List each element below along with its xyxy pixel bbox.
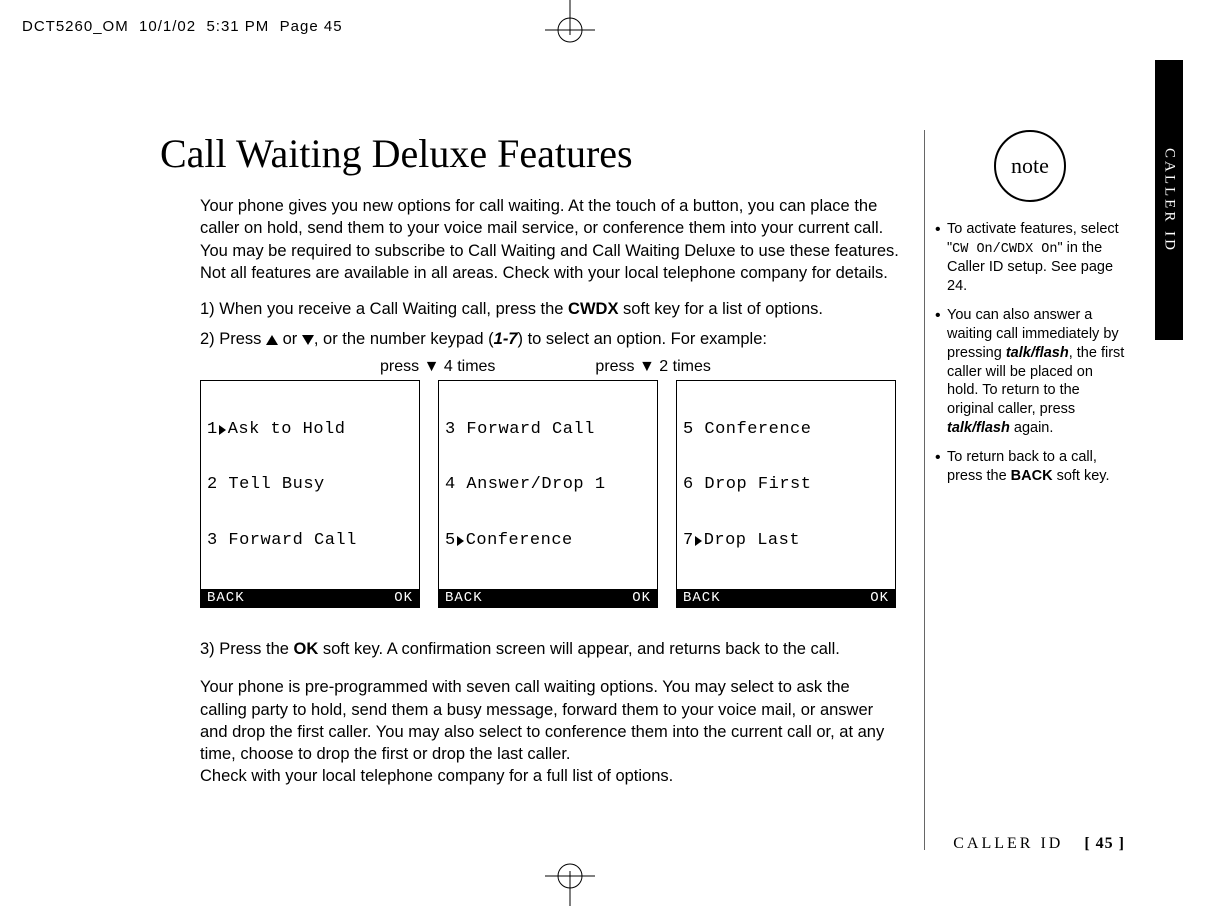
intro-paragraph: Your phone gives you new options for cal…	[200, 195, 900, 284]
footer-section: CALLER ID	[953, 835, 1063, 852]
soft-key-back: BACK	[683, 590, 721, 606]
step-1: 1) When you receive a Call Waiting call,…	[200, 298, 900, 322]
pointer-icon	[695, 536, 702, 546]
page-title: Call Waiting Deluxe Features	[160, 130, 900, 177]
soft-key-ok: OK	[394, 590, 413, 606]
vertical-rule	[924, 130, 925, 850]
lcd-screen-3: 5 Conference 6 Drop First 7Drop Last BAC…	[676, 380, 896, 609]
note-item-1: To activate features, select "CW On/CWDX…	[935, 220, 1125, 296]
soft-key-back: BACK	[207, 590, 245, 606]
note-item-2: You can also answer a waiting call immed…	[935, 306, 1125, 438]
press-label-2: press ▼ 2 times	[595, 358, 710, 376]
lcd-screen-2: 3 Forward Call 4 Answer/Drop 1 5Conferen…	[438, 380, 658, 609]
crop-mark-bottom-icon	[540, 856, 600, 906]
note-item-3: To return back to a call, press the BACK…	[935, 448, 1125, 486]
page-footer: CALLER ID [ 45 ]	[953, 835, 1125, 853]
soft-key-ok: OK	[870, 590, 889, 606]
lcd-screens-row: 1Ask to Hold 2 Tell Busy 3 Forward Call …	[200, 380, 900, 609]
main-content: Call Waiting Deluxe Features Your phone …	[160, 130, 900, 802]
section-tab: CALLER ID	[1155, 60, 1183, 340]
down-arrow-icon	[302, 335, 314, 345]
up-arrow-icon	[266, 335, 278, 345]
note-badge-icon: note	[994, 130, 1066, 202]
print-header: DCT5260_OM 10/1/02 5:31 PM Page 45	[22, 18, 343, 35]
pointer-icon	[219, 425, 226, 435]
soft-key-ok: OK	[632, 590, 651, 606]
press-labels: press ▼ 4 times press ▼ 2 times	[200, 358, 900, 376]
soft-key-back: BACK	[445, 590, 483, 606]
step-3: 3) Press the OK soft key. A confirmation…	[200, 638, 900, 662]
lcd-screen-1: 1Ask to Hold 2 Tell Busy 3 Forward Call …	[200, 380, 420, 609]
page-number: [ 45 ]	[1084, 835, 1125, 852]
press-label-1: press ▼ 4 times	[380, 358, 495, 376]
pointer-icon	[457, 536, 464, 546]
crop-mark-top-icon	[540, 0, 600, 50]
sidebar-notes: note To activate features, select "CW On…	[935, 130, 1125, 496]
outro-paragraph: Your phone is pre-programmed with seven …	[200, 676, 900, 787]
step-2: 2) Press or , or the number keypad (1-7)…	[200, 328, 900, 352]
